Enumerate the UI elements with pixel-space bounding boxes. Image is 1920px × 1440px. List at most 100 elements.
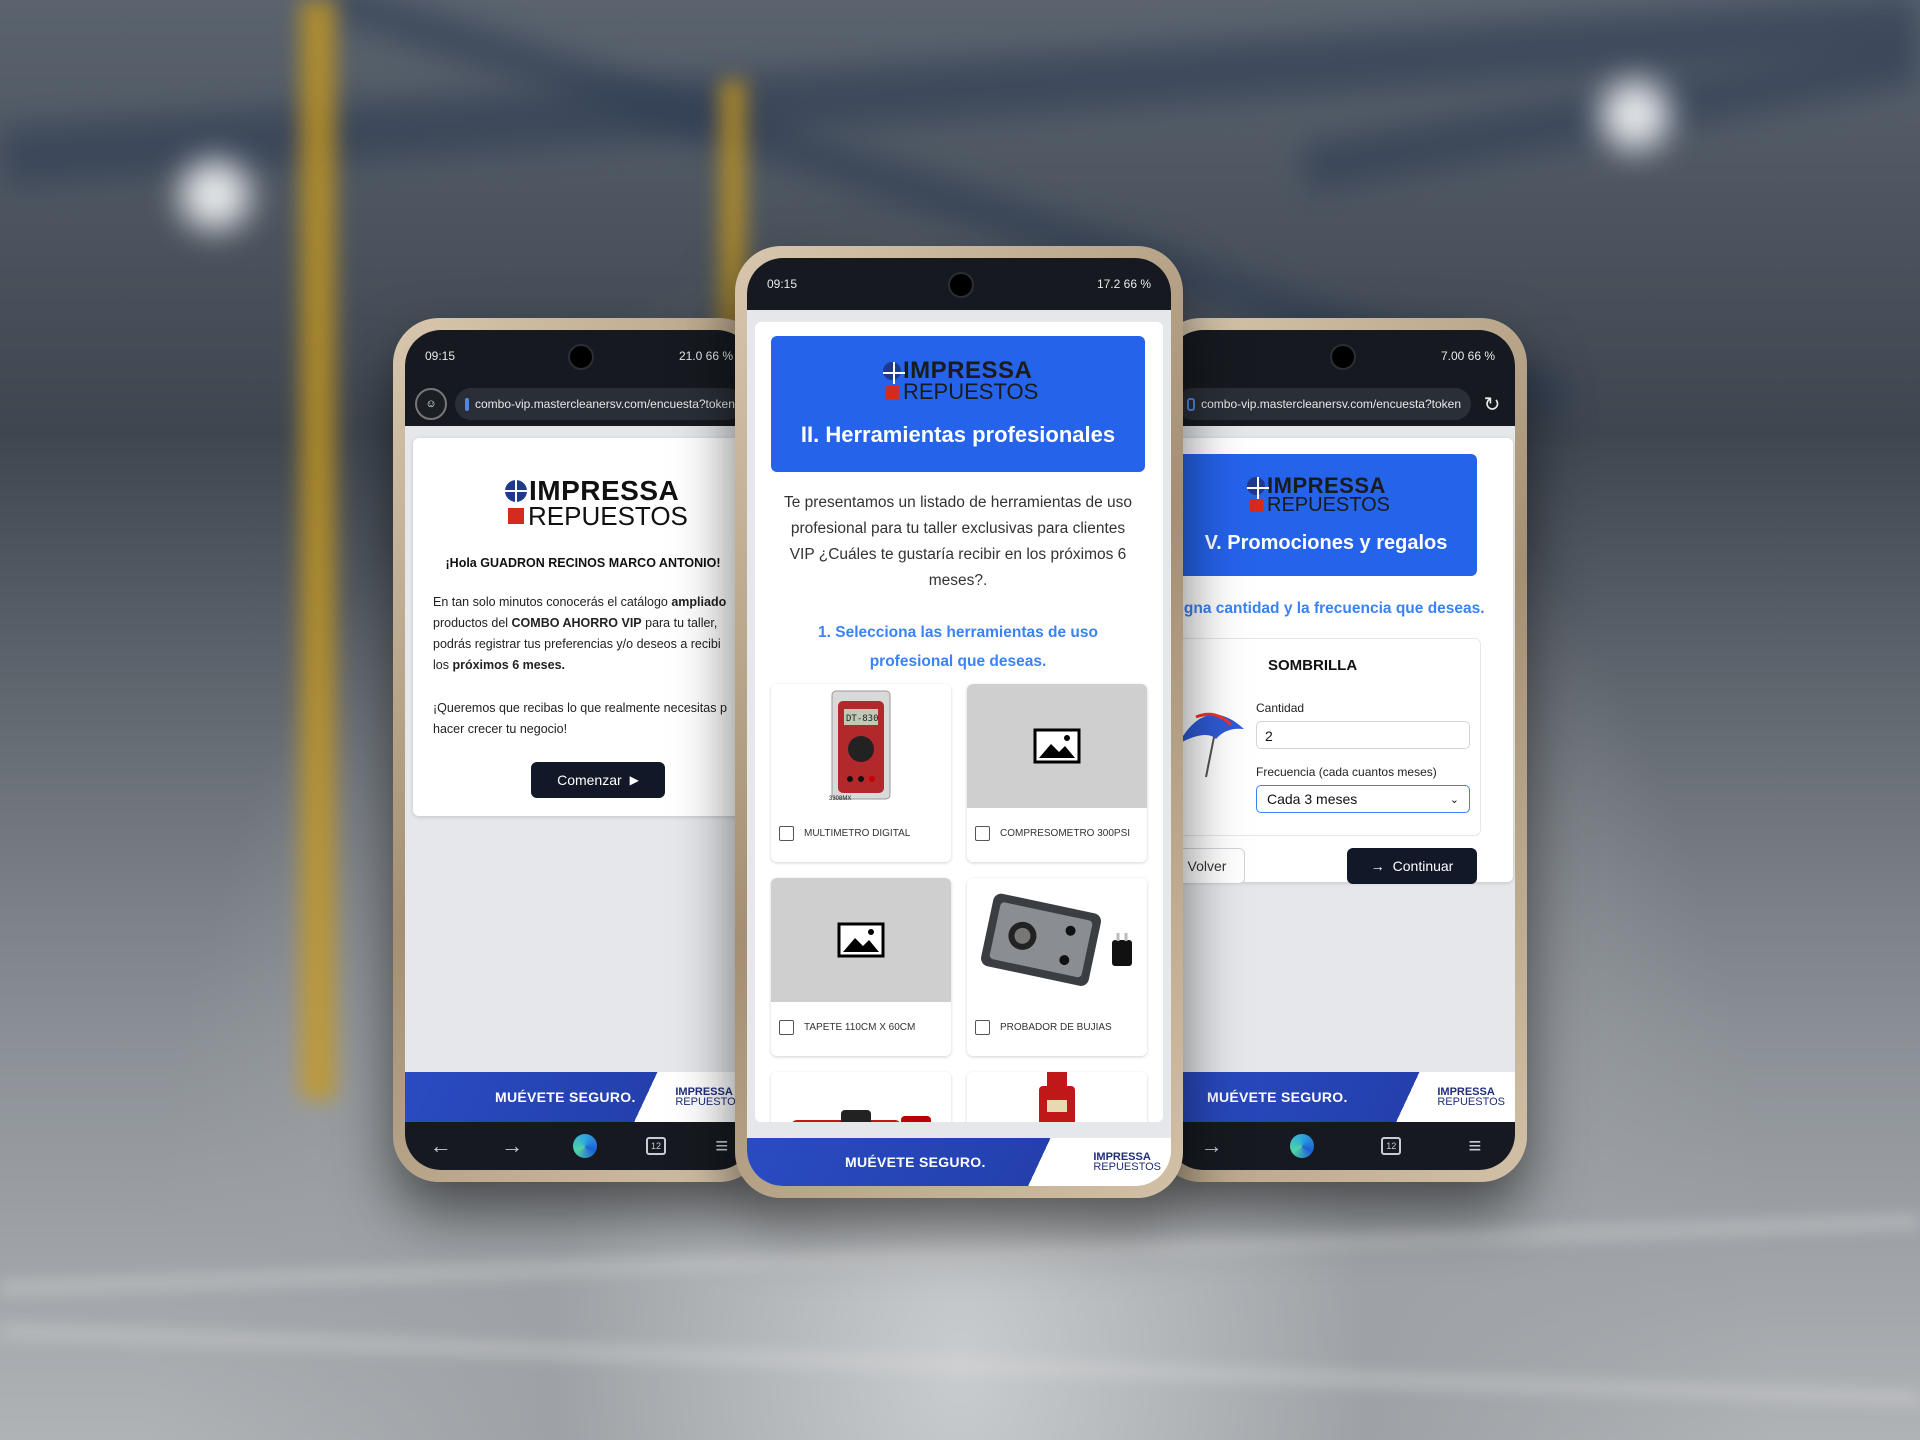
image-placeholder [967, 684, 1147, 808]
reload-icon[interactable]: ↻ [1479, 391, 1505, 417]
brand-line2: REPUESTOS [528, 501, 688, 531]
lock-icon [465, 397, 469, 411]
footer-banner: MUÉVETE SEGURO. IMPRESSA REPUESTOS [747, 1138, 1171, 1186]
brand-logo: IMPRESSA REPUESTOS [1247, 475, 1390, 515]
tool-label: PROBADOR DE BUJIAS [1000, 1022, 1112, 1033]
multimeter-model: DT-830 [846, 714, 879, 724]
tabs-icon[interactable]: 12 [645, 1137, 666, 1155]
tool-tile-compresometro[interactable]: COMPRESOMETRO 300PSI [967, 684, 1147, 862]
menu-icon[interactable]: ≡ [715, 1133, 728, 1159]
brand-logo: IMPRESSA REPUESTOS [883, 359, 1038, 403]
status-bar: 7.00 66 % [1167, 330, 1515, 382]
globe-icon [505, 480, 527, 502]
tool-tile-partial-1[interactable] [771, 1072, 951, 1122]
footer-banner: MUÉVETE SEGURO. IMPRESSA REPUESTOS [405, 1072, 753, 1122]
globe-icon [883, 362, 905, 384]
status-indicators: 21.0 66 % [678, 349, 733, 363]
footer-slogan: MUÉVETE SEGURO. [845, 1154, 986, 1170]
browser-nav-bar: → 12 ≡ [1167, 1122, 1515, 1170]
tool-label: TAPETE 110CM X 60CM [804, 1022, 916, 1033]
browser-nav-bar: ← → 12 ≡ [405, 1122, 753, 1170]
status-indicators: 7.00 66 % [1440, 349, 1495, 363]
image-placeholder-icon [1033, 728, 1081, 764]
forward-arrow-icon[interactable]: → [501, 1133, 523, 1159]
phone-left-screen: 09:15 21.0 66 % ☺ combo-vip.mastercleane… [405, 330, 753, 1170]
promo-instruction: signa cantidad y la frecuencia que desea… [1171, 600, 1485, 617]
status-bar: 09:15 21.0 66 % [405, 330, 753, 382]
front-camera [1330, 344, 1356, 370]
tools-header: IMPRESSA REPUESTOS II. Herramientas prof… [771, 336, 1145, 472]
multimeter-image: DT-830 3308MX [771, 684, 951, 808]
front-camera [948, 272, 974, 298]
edge-icon[interactable] [572, 1134, 597, 1158]
spark-tester-image [967, 878, 1147, 1002]
tools-title: II. Herramientas profesionales [800, 422, 1116, 447]
url-text: combo-vip.mastercleanersv.com/encuesta?t… [1201, 397, 1461, 411]
phone-left: 09:15 21.0 66 % ☺ combo-vip.mastercleane… [393, 318, 765, 1182]
welcome-paragraph-2: ¡Queremos que recibas lo que realmente n… [433, 701, 727, 736]
status-time: 09:15 [767, 277, 798, 291]
checkbox[interactable] [975, 826, 990, 841]
url-field[interactable]: combo-vip.mastercleanersv.com/encuesta?t… [1177, 388, 1471, 420]
tool-image [967, 1072, 1147, 1122]
front-camera [568, 344, 594, 370]
checkbox[interactable] [779, 826, 794, 841]
browser-address-bar: combo-vip.mastercleanersv.com/encuesta?t… [1167, 382, 1515, 426]
tool-label: COMPRESOMETRO 300PSI [1000, 828, 1131, 839]
profile-avatar[interactable]: ☺ [415, 388, 447, 420]
tool-image [771, 1072, 951, 1122]
edge-icon[interactable] [1289, 1134, 1314, 1158]
chevron-down-icon: ⌄ [1449, 793, 1459, 806]
image-placeholder [771, 878, 951, 1002]
frequency-label: Frecuencia (cada cuantos meses) [1256, 765, 1437, 779]
forward-arrow-icon[interactable]: → [1201, 1133, 1223, 1159]
tool-tile-partial-2[interactable] [967, 1072, 1147, 1122]
quantity-label: Cantidad [1256, 701, 1305, 715]
tool-tile-probador[interactable]: PROBADOR DE BUJIAS [967, 878, 1147, 1056]
continue-button[interactable]: → Continuar [1347, 848, 1477, 884]
frequency-select[interactable]: Cada 3 meses ⌄ [1256, 785, 1470, 813]
checkbox[interactable] [779, 1020, 794, 1035]
arrow-right-icon: → [1370, 858, 1385, 874]
phone-right-screen: 7.00 66 % combo-vip.mastercleanersv.com/… [1167, 330, 1515, 1170]
phone-center-screen: 09:15 17.2 66 % IMPRESSA REPUESTOS II. H… [747, 258, 1171, 1186]
promo-title: V. Promociones y regalos [1204, 532, 1448, 554]
url-field[interactable]: combo-vip.mastercleanersv.com/encuesta?t… [455, 388, 743, 420]
footer-logo: IMPRESSA REPUESTOS [675, 1086, 743, 1108]
status-bar: 09:15 17.2 66 % [747, 258, 1171, 310]
play-icon: ▶ [629, 773, 639, 787]
multimeter-caption: 3308MX [829, 796, 852, 802]
image-placeholder-icon [837, 922, 885, 958]
back-arrow-icon[interactable]: ← [430, 1133, 452, 1159]
tabs-icon[interactable]: 12 [1381, 1137, 1402, 1155]
tools-question: 1. Selecciona las herramientas de uso pr… [818, 624, 1098, 670]
welcome-paragraph-1: En tan solo minutos conocerás el catálog… [433, 595, 727, 672]
status-time: 09:15 [425, 349, 456, 363]
greeting: ¡Hola GUADRON RECINOS MARCO ANTONIO! [445, 556, 721, 570]
red-square-icon [508, 508, 524, 524]
product-card: SOMBRILLA Cantidad 2 Frecuencia (cada cu… [1175, 638, 1481, 836]
footer-banner: MUÉVETE SEGURO. IMPRESSA REPUESTOS [1167, 1072, 1515, 1122]
tool-tile-tapete[interactable]: TAPETE 110CM X 60CM [771, 878, 951, 1056]
umbrella-image [1178, 712, 1244, 778]
checkbox[interactable] [975, 1020, 990, 1035]
url-text: combo-vip.mastercleanersv.com/encuesta?t… [475, 397, 735, 411]
phone-center: 09:15 17.2 66 % IMPRESSA REPUESTOS II. H… [735, 246, 1183, 1198]
footer-slogan: MUÉVETE SEGURO. [495, 1089, 636, 1105]
footer-logo: IMPRESSA REPUESTOS [1093, 1151, 1161, 1173]
tool-label: MULTIMETRO DIGITAL [804, 828, 911, 839]
promo-header: IMPRESSA REPUESTOS V. Promociones y rega… [1175, 454, 1477, 576]
status-indicators: 17.2 66 % [1096, 277, 1151, 291]
red-square-icon [1250, 499, 1263, 512]
product-title: SOMBRILLA [1268, 657, 1358, 674]
red-square-icon [886, 385, 899, 399]
tool-tile-multimetro[interactable]: DT-830 3308MX MULTIMETRO DIGITAL [771, 684, 951, 862]
quantity-input[interactable]: 2 [1256, 721, 1470, 749]
welcome-card: IMPRESSA REPUESTOS ¡Hola GUADRON RECINOS… [413, 438, 753, 816]
footer-logo: IMPRESSA REPUESTOS [1437, 1086, 1505, 1108]
phone-right: 7.00 66 % combo-vip.mastercleanersv.com/… [1155, 318, 1527, 1182]
start-button[interactable]: Comenzar ▶ [531, 762, 665, 798]
menu-icon[interactable]: ≡ [1468, 1133, 1481, 1159]
browser-address-bar: ☺ combo-vip.mastercleanersv.com/encuesta… [405, 382, 753, 426]
brand-logo: IMPRESSA REPUESTOS [505, 477, 688, 531]
